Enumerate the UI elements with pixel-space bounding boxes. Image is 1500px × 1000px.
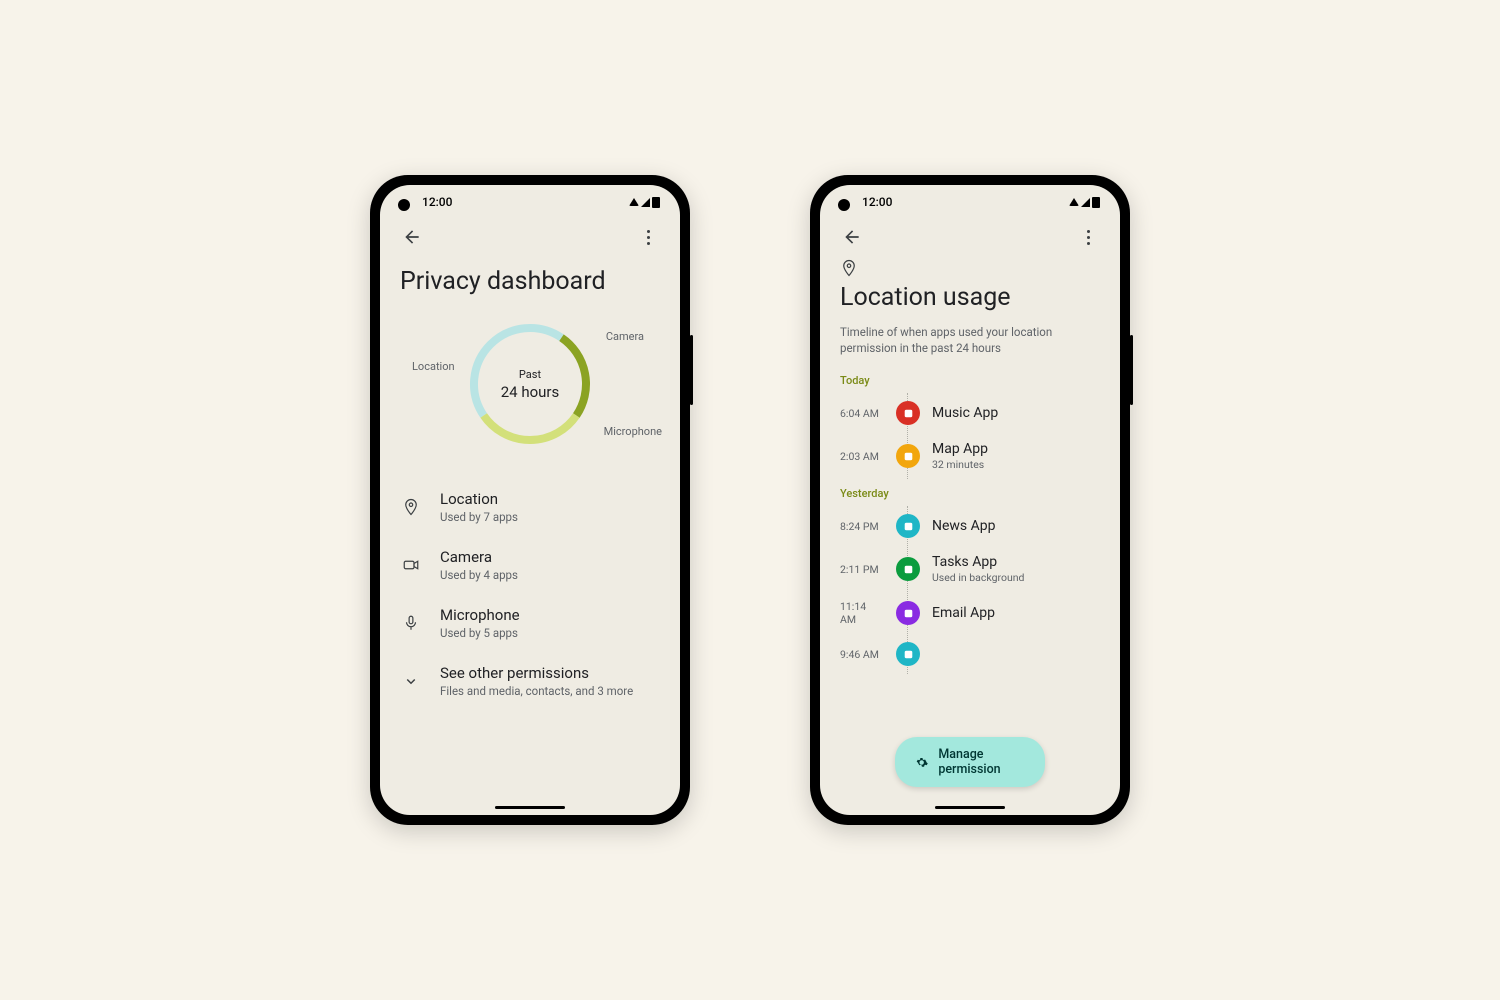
overflow-menu-button[interactable] <box>636 225 660 249</box>
timeline-time: 8:24 PM <box>840 520 884 533</box>
permission-title: Microphone <box>440 606 520 624</box>
arrow-left-icon <box>402 227 422 247</box>
camera-hole <box>398 199 410 211</box>
timeline-section-label: Today <box>840 374 1100 387</box>
status-bar: 12:00 <box>820 185 1120 209</box>
signal-icon <box>1081 198 1090 207</box>
timeline-time: 9:46 AM <box>840 648 884 661</box>
fab-label: Manage permission <box>938 747 1025 777</box>
timeline-time: 2:03 AM <box>840 450 884 463</box>
phone-location-usage: 12:00 Location usage Timeline of when ap… <box>810 175 1130 825</box>
timeline-row[interactable]: 8:24 PM News App <box>840 506 1100 546</box>
page-title: Location usage <box>840 283 1100 312</box>
permission-row-microphone[interactable]: Microphone Used by 5 apps <box>400 594 660 652</box>
timeline-row[interactable]: 2:11 PM Tasks AppUsed in background <box>840 546 1100 592</box>
donut-caption-main: 24 hours <box>501 383 560 401</box>
status-time: 12:00 <box>422 195 452 209</box>
donut-label-microphone: Microphone <box>604 425 662 438</box>
donut-label-location: Location <box>412 360 455 373</box>
battery-icon <box>1092 197 1100 208</box>
timeline-row[interactable]: 11:14 AM Email App <box>840 592 1100 634</box>
chevron-down-icon <box>400 672 422 690</box>
timeline-app-sub: 32 minutes <box>932 458 988 471</box>
timeline-app-name: Tasks App <box>932 554 1024 570</box>
timeline-app-sub: Used in background <box>932 571 1024 584</box>
status-icons <box>629 197 660 208</box>
gear-icon <box>915 754 928 771</box>
timeline-time: 2:11 PM <box>840 563 884 576</box>
permission-subtitle: Used by 7 apps <box>440 510 518 524</box>
manage-permission-button[interactable]: Manage permission <box>895 737 1045 787</box>
battery-icon <box>652 197 660 208</box>
signal-icon <box>641 198 650 207</box>
app-icon <box>896 601 920 625</box>
app-icon <box>896 444 920 468</box>
permission-subtitle: Used by 5 apps <box>440 626 520 640</box>
microphone-icon <box>400 614 422 632</box>
app-icon <box>896 642 920 666</box>
timeline-time: 6:04 AM <box>840 407 884 420</box>
timeline-app-name: Email App <box>932 605 995 621</box>
app-icon <box>896 514 920 538</box>
back-button[interactable] <box>840 225 864 249</box>
status-icons <box>1069 197 1100 208</box>
timeline-row[interactable]: 6:04 AM Music App <box>840 393 1100 433</box>
usage-donut-chart: Past 24 hours Location Camera Microphone <box>460 314 600 454</box>
timeline-app-name: News App <box>932 518 996 534</box>
permission-title: Camera <box>440 548 518 566</box>
donut-caption-top: Past <box>519 368 541 381</box>
donut-label-camera: Camera <box>606 330 644 343</box>
app-icon <box>896 557 920 581</box>
page-title: Privacy dashboard <box>400 267 660 296</box>
timeline-row[interactable]: 9:46 AM <box>840 634 1100 674</box>
app-icon <box>896 401 920 425</box>
permission-subtitle: Used by 4 apps <box>440 568 518 582</box>
permission-row-location[interactable]: Location Used by 7 apps <box>400 478 660 536</box>
timeline-time: 11:14 AM <box>840 600 884 626</box>
camera-hole <box>838 199 850 211</box>
status-bar: 12:00 <box>380 185 680 209</box>
see-other-title: See other permissions <box>440 664 633 682</box>
gesture-nav-pill[interactable] <box>935 806 1005 809</box>
location-pin-icon <box>400 498 422 516</box>
page-subtitle: Timeline of when apps used your location… <box>840 324 1100 356</box>
timeline-app-name: Music App <box>932 405 998 421</box>
permission-title: Location <box>440 490 518 508</box>
phone-privacy-dashboard: 12:00 Privacy dashboard Past 24 hours <box>370 175 690 825</box>
see-other-permissions-row[interactable]: See other permissions Files and media, c… <box>400 652 660 710</box>
location-pin-icon <box>840 259 1100 281</box>
overflow-menu-button[interactable] <box>1076 225 1100 249</box>
timeline-row[interactable]: 2:03 AM Map App32 minutes <box>840 433 1100 479</box>
timeline-app-name: Map App <box>932 441 988 457</box>
arrow-left-icon <box>842 227 862 247</box>
wifi-icon <box>1069 198 1079 206</box>
back-button[interactable] <box>400 225 424 249</box>
permission-row-camera[interactable]: Camera Used by 4 apps <box>400 536 660 594</box>
status-time: 12:00 <box>862 195 892 209</box>
camera-icon <box>400 556 422 574</box>
gesture-nav-pill[interactable] <box>495 806 565 809</box>
timeline-section-label: Yesterday <box>840 487 1100 500</box>
wifi-icon <box>629 198 639 206</box>
see-other-subtitle: Files and media, contacts, and 3 more <box>440 684 633 698</box>
